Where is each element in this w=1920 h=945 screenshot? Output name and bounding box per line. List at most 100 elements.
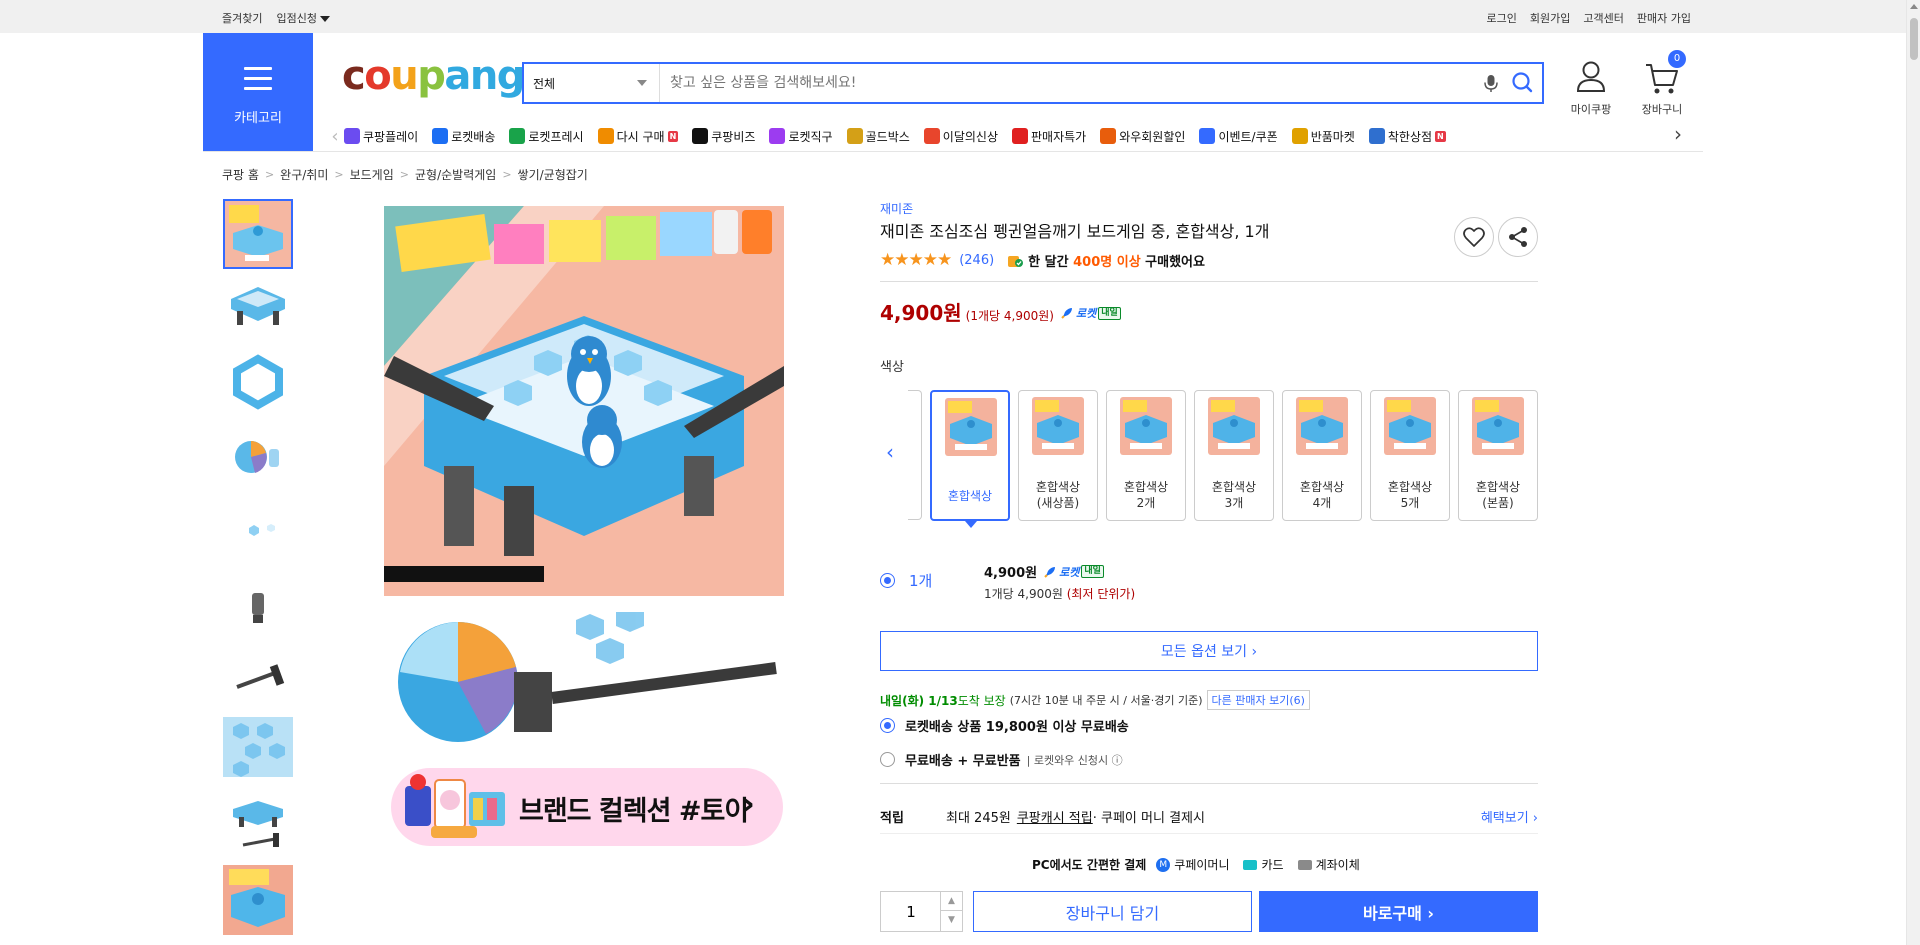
color-option[interactable]: 혼합색상 (본품)	[1458, 390, 1538, 521]
reward-suffix: · 쿠페이 머니 결제시	[1092, 811, 1205, 826]
cart-button[interactable]: 0 장바구니	[1632, 50, 1692, 117]
scroll-up-icon[interactable]	[1910, 4, 1918, 9]
wishlist-button[interactable]	[1454, 217, 1494, 257]
breadcrumb-item[interactable]: 보드게임	[350, 166, 394, 183]
other-sellers-button[interactable]: 다른 판매자 보기(6)	[1206, 690, 1310, 710]
view-all-options-button[interactable]: 모든 옵션 보기 ›	[880, 631, 1538, 671]
option-thumbnail	[1472, 397, 1524, 455]
customer-center-link[interactable]: 고객센터	[1583, 10, 1623, 26]
main-product-image[interactable]	[384, 206, 790, 606]
rating-stars: ★★★★★	[880, 250, 952, 270]
nav-item[interactable]: 다시 구매 N	[597, 128, 679, 145]
quantity-option-1[interactable]: 1개	[880, 570, 932, 591]
breadcrumb-item[interactable]: 완구/취미	[280, 166, 328, 183]
search-input[interactable]	[660, 64, 1478, 102]
color-option[interactable]: 혼합색상 5개	[1370, 390, 1450, 521]
breadcrumb-item[interactable]: 쿠팡 홈	[222, 166, 259, 183]
nav-item[interactable]: 판매자특가	[1011, 128, 1086, 145]
nav-item[interactable]: 와우회원할인	[1100, 128, 1185, 145]
color-option-label: 혼합색상 (새상품)	[1035, 480, 1081, 510]
top-utility-bar: 즐겨찾기 입점신청 로그인 회원가입 고객센터 판매자 가입	[0, 0, 1906, 33]
nav-item[interactable]: 쿠팡플레이	[344, 128, 418, 145]
review-count-link[interactable]: (246)	[959, 253, 994, 268]
quantity-up-icon[interactable]: ▲	[941, 892, 962, 911]
nav-prev-icon[interactable]: ‹	[326, 126, 344, 147]
my-coupang-label: 마이쿠팡	[1570, 103, 1612, 116]
seller-deal-icon	[1011, 128, 1028, 144]
brand-link[interactable]: 재미존	[880, 200, 913, 217]
coupang-logo[interactable]: coupang	[342, 56, 525, 96]
share-button[interactable]	[1498, 217, 1538, 257]
login-link[interactable]: 로그인	[1487, 10, 1517, 26]
thumbnail-7[interactable]	[223, 643, 293, 713]
signup-link[interactable]: 회원가입	[1530, 10, 1570, 26]
search-category-select[interactable]: 전체	[524, 64, 660, 102]
scrollbar-thumb[interactable]	[1910, 18, 1918, 60]
nav-item[interactable]: 이달의신상	[923, 128, 998, 145]
seller-signup-link[interactable]: 판매자 가입	[1637, 10, 1691, 26]
thumbnail-3[interactable]	[223, 347, 293, 417]
seller-apply-dropdown[interactable]: 입점신청	[276, 10, 330, 26]
color-option[interactable]: 혼합색상 2개	[1106, 390, 1186, 521]
bank-transfer-icon	[1297, 859, 1312, 870]
nav-item[interactable]: 로켓직구	[769, 128, 833, 145]
shipping-option-2-label: 무료배송 + 무료반품	[905, 754, 1021, 769]
benefit-more-link[interactable]: 혜택보기 ›	[1481, 807, 1538, 826]
buy-now-button[interactable]: 바로구매 ›	[1259, 891, 1538, 932]
nav-item[interactable]: 착한상점 N	[1368, 128, 1446, 145]
nav-item[interactable]: 반품마켓	[1291, 128, 1355, 145]
search-icon[interactable]	[1504, 68, 1542, 98]
quantity-input[interactable]	[881, 892, 941, 931]
favorites-link[interactable]: 즐겨찾기	[222, 10, 262, 26]
nav-item[interactable]: 이벤트/쿠폰	[1199, 128, 1278, 145]
shipping-option-free[interactable]: 무료배송 + 무료반품 | 로켓와우 신청시 ⓘ	[880, 750, 1123, 769]
thumbnail-9[interactable]	[223, 791, 293, 861]
shipping-radio-1[interactable]	[880, 718, 895, 733]
thumbnail-1[interactable]	[223, 199, 293, 269]
color-option[interactable]: 혼합색상 4개	[1282, 390, 1362, 521]
nav-item-label: 다시 구매	[616, 129, 665, 144]
nav-item-label: 로켓직구	[788, 129, 833, 144]
nav-item-label: 이달의신상	[942, 129, 998, 144]
thumbnail-6[interactable]	[223, 569, 293, 639]
color-option[interactable]: 혼합색상 (새상품)	[1018, 390, 1098, 521]
nav-item[interactable]: 쿠팡비즈	[692, 128, 755, 145]
color-option[interactable]: 혼합색상	[930, 390, 1010, 528]
quantity-price-info: 4,900원 로켓 내일 1개당 4,900원 (최저 단위가)	[984, 562, 1135, 602]
thumbnail-4[interactable]	[223, 421, 293, 491]
brand-collection-banner[interactable]: 브랜드 컬렉션 #토이 ›	[391, 768, 783, 846]
page-scrollbar[interactable]	[1906, 0, 1920, 945]
microphone-icon[interactable]	[1478, 70, 1504, 96]
nav-next-icon[interactable]: ›	[1674, 122, 1682, 146]
category-menu-button[interactable]: 카테고리	[203, 33, 313, 151]
heart-icon	[1463, 227, 1485, 247]
color-option[interactable]: 혼합색상 3개	[1194, 390, 1274, 521]
option-partial-card	[908, 390, 922, 520]
option-prev-button[interactable]: ‹	[880, 390, 922, 520]
thumbnail-5[interactable]	[223, 495, 293, 565]
quantity-radio[interactable]	[880, 573, 895, 588]
add-to-cart-button[interactable]: 장바구니 담기	[973, 891, 1252, 932]
reward-row: 적립 최대 245원 쿠팡캐시 적립 · 쿠페이 머니 결제시 혜택보기 ›	[880, 807, 1538, 826]
breadcrumb-item[interactable]: 쌓기/균형잡기	[518, 166, 588, 183]
nav-item[interactable]: 골드박스	[846, 128, 910, 145]
product-page: 즐겨찾기 입점신청 로그인 회원가입 고객센터 판매자 가입 카테고리 coup…	[0, 0, 1920, 945]
nav-item-label: 로켓배송	[451, 129, 496, 144]
breadcrumb-separator-icon: >	[502, 168, 512, 181]
thumbnail-10[interactable]	[223, 865, 293, 935]
quantity-down-icon[interactable]: ▼	[941, 911, 962, 930]
my-coupang-button[interactable]: 마이쿠팡	[1561, 58, 1621, 117]
shipping-option-rocket[interactable]: 로켓배송 상품 19,800원 이상 무료배송	[880, 716, 1129, 735]
nav-item[interactable]: 로켓프레시	[509, 128, 584, 145]
delivery-date: 내일(화) 1/13	[880, 693, 958, 708]
nav-item[interactable]: 로켓배송	[432, 128, 495, 145]
breadcrumb-item[interactable]: 균형/순발력게임	[415, 166, 496, 183]
cart-label: 장바구니	[1641, 103, 1683, 116]
nav-items: 쿠팡플레이 로켓배송 로켓프레시 다시 구매 N 쿠팡비즈 로켓직구 골드박스 이달의신상 판매자…	[344, 128, 1460, 145]
shipping-radio-2[interactable]	[880, 752, 895, 767]
thumbnail-8[interactable]	[223, 717, 293, 787]
search-bar: 전체	[522, 62, 1544, 104]
coupang-cash-link[interactable]: 쿠팡캐시 적립	[1017, 807, 1093, 826]
thumbnail-2[interactable]	[223, 273, 293, 343]
new-badge: N	[667, 130, 679, 142]
